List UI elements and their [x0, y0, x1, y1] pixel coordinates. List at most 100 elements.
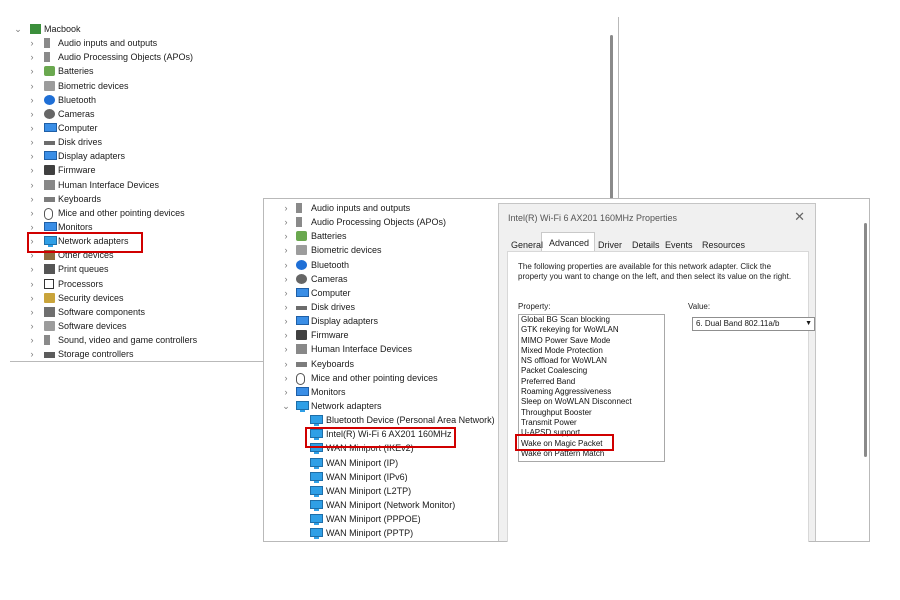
chevron-right-icon[interactable]: ›: [28, 291, 36, 305]
property-list-scrollbar[interactable]: [664, 363, 665, 443]
property-list-item[interactable]: Throughput Booster: [519, 408, 664, 418]
biometric-icon: [44, 80, 55, 91]
chevron-right-icon[interactable]: ›: [282, 272, 290, 286]
tree-item-label: Mice and other pointing devices: [58, 207, 185, 218]
tree-item-label: Computer: [311, 287, 351, 298]
chevron-right-icon[interactable]: ›: [28, 64, 36, 78]
network-icon: [310, 528, 323, 540]
tab-resources[interactable]: Resources: [702, 240, 745, 250]
chevron-right-icon[interactable]: ›: [282, 201, 290, 215]
tab-events[interactable]: Events: [665, 240, 693, 250]
tab-driver[interactable]: Driver: [598, 240, 622, 250]
disk-icon: [296, 305, 307, 310]
front-scrollbar[interactable]: [864, 223, 867, 457]
chevron-right-icon[interactable]: ›: [282, 300, 290, 314]
computer-icon: [296, 287, 309, 297]
property-list-item[interactable]: Mixed Mode Protection: [519, 346, 664, 356]
close-icon[interactable]: ✕: [794, 209, 805, 225]
property-list-item[interactable]: Roaming Aggressiveness: [519, 387, 664, 397]
firmware-icon: [296, 330, 307, 341]
property-list-item[interactable]: Packet Coalescing: [519, 366, 664, 376]
chevron-right-icon[interactable]: ›: [282, 229, 290, 243]
tree-item-label: Human Interface Devices: [311, 344, 413, 355]
chevron-right-icon[interactable]: ›: [28, 319, 36, 333]
chevron-right-icon[interactable]: ›: [282, 342, 290, 356]
dialog-title: Intel(R) Wi-Fi 6 AX201 160MHz Properties: [508, 213, 678, 223]
chevron-right-icon[interactable]: ›: [28, 347, 36, 361]
chevron-right-icon[interactable]: ›: [282, 357, 290, 371]
sound-icon: [44, 335, 50, 346]
tree-item-label: WAN Miniport (PPPOE): [326, 514, 421, 525]
chevron-right-icon[interactable]: ›: [28, 277, 36, 291]
chevron-right-icon[interactable]: ›: [28, 121, 36, 135]
chevron-down-icon[interactable]: ⌄: [282, 399, 290, 413]
tree-item-label: Sound, video and game controllers: [58, 335, 198, 346]
tree-item-label: Cameras: [58, 108, 95, 119]
tree-item-label: WAN Miniport (IP): [326, 457, 399, 468]
tab-advanced[interactable]: Advanced: [549, 238, 589, 248]
value-dropdown[interactable]: 6. Dual Band 802.11a/b ▼: [692, 317, 815, 331]
chevron-right-icon[interactable]: ›: [282, 215, 290, 229]
tree-item-label: Keyboards: [311, 358, 355, 369]
chevron-right-icon[interactable]: ›: [282, 385, 290, 399]
tree-item-label: Storage controllers: [58, 349, 134, 360]
network-icon: [310, 415, 323, 427]
chevron-right-icon[interactable]: ›: [28, 135, 36, 149]
property-label: Property:: [518, 302, 551, 311]
bluetooth-icon: [44, 94, 55, 105]
tree-item-label: Monitors: [311, 386, 346, 397]
battery-icon: [296, 231, 307, 242]
property-list-item[interactable]: GTK rekeying for WoWLAN: [519, 325, 664, 335]
firmware-icon: [44, 165, 55, 176]
chevron-right-icon[interactable]: ›: [28, 206, 36, 220]
tree-item-label: Cameras: [311, 273, 348, 284]
chevron-right-icon[interactable]: ›: [28, 107, 36, 121]
wake-on-magic-packet-highlight: [515, 434, 614, 451]
value-label: Value:: [688, 302, 711, 311]
tab-details[interactable]: Details: [632, 240, 660, 250]
chevron-right-icon[interactable]: ›: [282, 286, 290, 300]
chevron-right-icon[interactable]: ›: [28, 262, 36, 276]
chevron-right-icon[interactable]: ›: [28, 79, 36, 93]
property-list-item[interactable]: Global BG Scan blocking: [519, 315, 664, 325]
tree-item-label: Processors: [58, 278, 104, 289]
tab-general[interactable]: General: [511, 240, 543, 250]
chevron-right-icon[interactable]: ›: [282, 371, 290, 385]
chevron-right-icon[interactable]: ›: [282, 328, 290, 342]
hid-icon: [296, 344, 307, 355]
camera-icon: [296, 273, 307, 284]
chevron-right-icon[interactable]: ›: [282, 258, 290, 272]
tree-item-label: Software components: [58, 306, 146, 317]
chevron-right-icon[interactable]: ›: [282, 314, 290, 328]
mac-icon: [30, 24, 41, 34]
tree-item-label: WAN Miniport (L2TP): [326, 485, 412, 496]
network-icon: [310, 485, 323, 497]
chevron-down-icon: ▼: [805, 320, 812, 327]
dialog-description: The following properties are available f…: [518, 262, 792, 281]
chevron-right-icon[interactable]: ›: [28, 93, 36, 107]
chevron-right-icon[interactable]: ›: [28, 333, 36, 347]
tree-item-label: Bluetooth Device (Personal Area Network): [326, 415, 495, 426]
property-list-item[interactable]: Transmit Power: [519, 418, 664, 428]
property-list-item[interactable]: Preferred Band: [519, 377, 664, 387]
chevron-right-icon[interactable]: ›: [28, 149, 36, 163]
chevron-right-icon[interactable]: ›: [28, 163, 36, 177]
property-list-item[interactable]: MIMO Power Save Mode: [519, 336, 664, 346]
chevron-down-icon[interactable]: ⌄: [14, 22, 22, 36]
chevron-right-icon[interactable]: ›: [28, 305, 36, 319]
chevron-right-icon[interactable]: ›: [282, 243, 290, 257]
advanced-tab-panel: The following properties are available f…: [507, 251, 815, 542]
tree-item-label: Bluetooth: [311, 259, 350, 270]
network-icon: [310, 499, 323, 511]
property-list-item[interactable]: Sleep on WoWLAN Disconnect: [519, 397, 664, 407]
tree-item-label: Macbook: [44, 24, 81, 34]
chevron-right-icon[interactable]: ›: [28, 36, 36, 50]
chevron-right-icon[interactable]: ›: [28, 178, 36, 192]
audio-icon: [296, 217, 302, 228]
property-list-item[interactable]: NS offload for WoWLAN: [519, 356, 664, 366]
keyboard-icon: [296, 361, 307, 367]
chevron-right-icon[interactable]: ›: [28, 50, 36, 64]
software-device-icon: [44, 320, 55, 331]
tree-item-label: Keyboards: [58, 193, 102, 204]
chevron-right-icon[interactable]: ›: [28, 192, 36, 206]
